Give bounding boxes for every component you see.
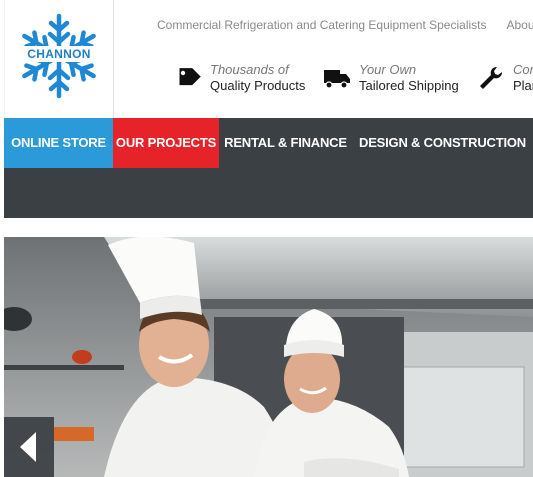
chevron-left-icon [20,432,36,462]
feature-line1: Cor [513,62,533,77]
nav-rental-finance[interactable]: RENTAL & FINANCE [219,118,352,168]
feature-line1: Your Own [359,62,417,77]
feature-line2: Tailored Shipping [359,78,459,93]
tagline-text: Commercial Refrigeration and Catering Eq… [157,18,487,32]
hero-slider-image [4,237,533,477]
nav-our-projects[interactable]: OUR PROJECTS [113,118,219,168]
feature-line2: Quality Products [210,78,306,93]
top-links: Commercial Refrigeration and Catering Eq… [157,18,533,32]
price-tag-icon [179,68,201,86]
nav-subbar [4,168,533,218]
about-us-link[interactable]: About Us [506,18,533,32]
feature-line1: Thousands of [210,62,289,77]
main-nav: ONLINE STORE OUR PROJECTS RENTAL & FINAN… [4,118,533,168]
wrench-icon [480,66,503,89]
slider-prev-button[interactable] [4,417,54,477]
nav-design-construction[interactable]: DESIGN & CONSTRUCTION [352,118,533,168]
site-logo[interactable]: CHANNON [4,0,114,118]
logo-text: CHANNON [5,46,113,62]
chefs-photo-illustration [4,237,533,477]
delivery-truck-icon [324,70,350,89]
site-header: CHANNON Commercial Refrigeration and Cat… [0,0,533,118]
nav-online-store[interactable]: ONLINE STORE [4,118,113,168]
feature-line2: Plan [513,78,533,93]
